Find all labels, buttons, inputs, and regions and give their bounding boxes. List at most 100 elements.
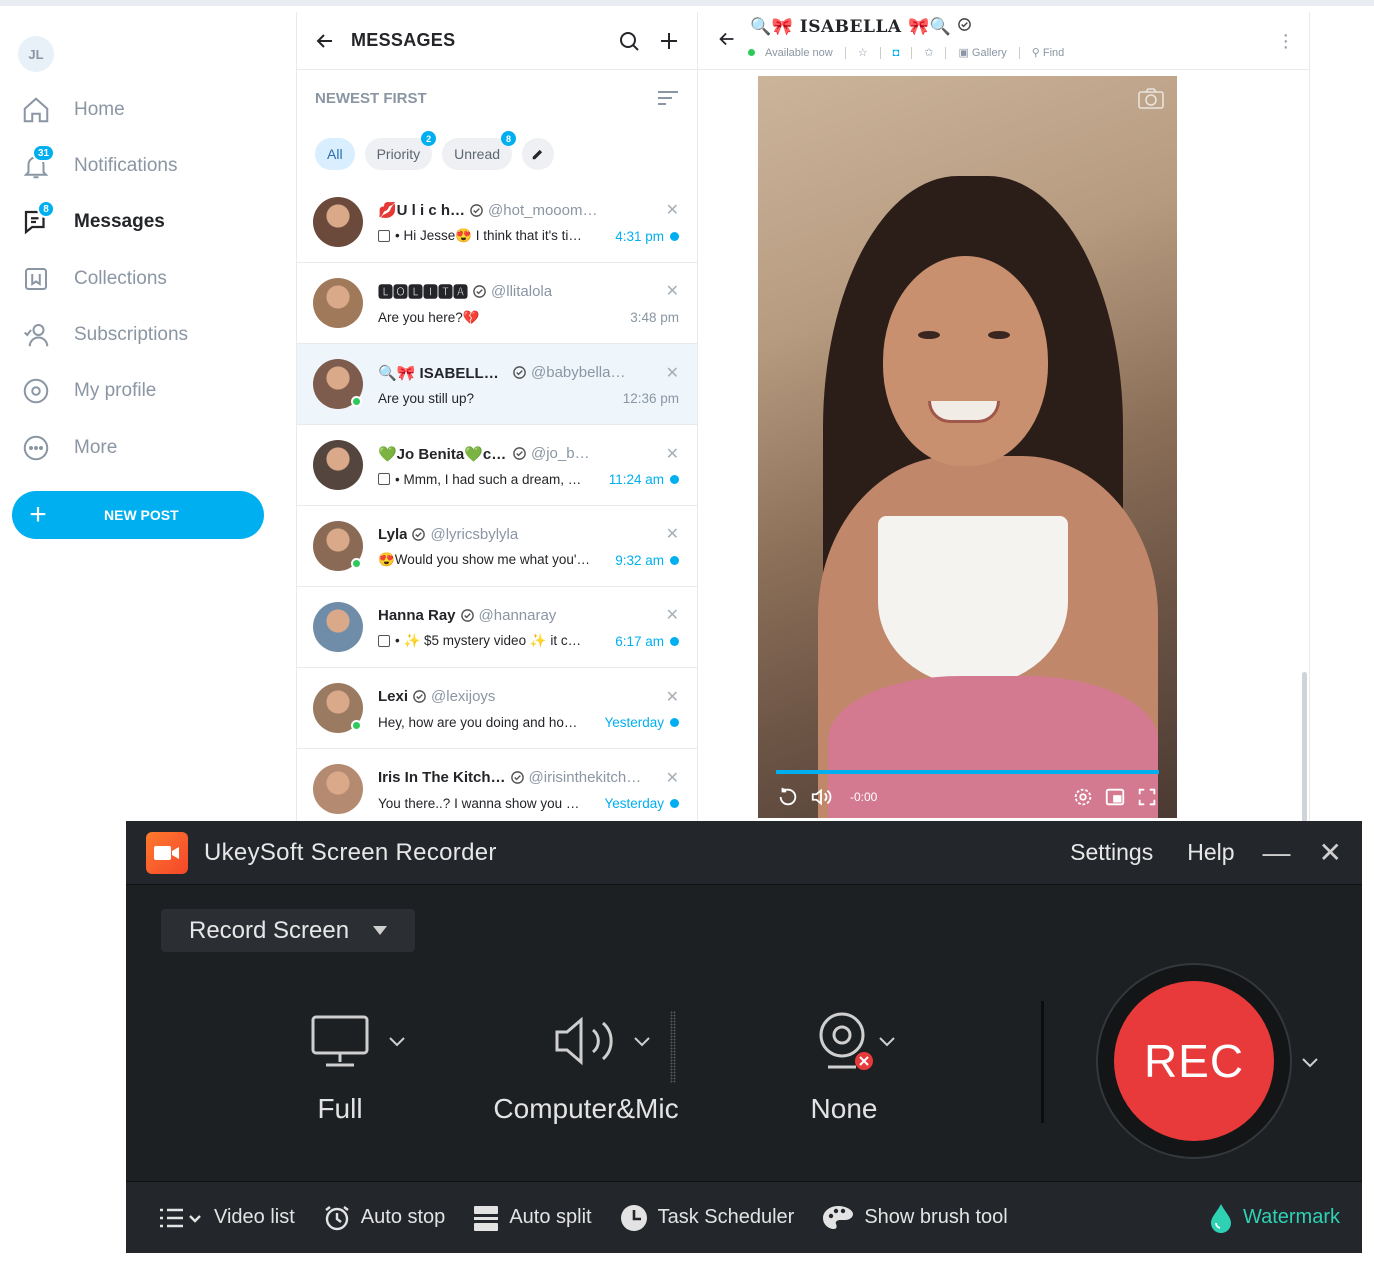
filter-all[interactable]: All xyxy=(315,138,355,170)
close-icon[interactable]: ✕ xyxy=(666,281,679,301)
message-time: 11:24 am xyxy=(608,471,664,487)
camera-icon[interactable] xyxy=(1137,86,1165,110)
chevron-down-icon[interactable] xyxy=(634,1037,650,1047)
new-post-button[interactable]: + NEW POST xyxy=(12,491,264,539)
filter-unread[interactable]: Unread 8 xyxy=(442,131,517,170)
close-icon[interactable]: ✕ xyxy=(666,768,679,788)
sidebar-item-home[interactable]: Home xyxy=(18,90,125,130)
chat-status-bar: Available now ☆ ◘ ✩ ▣ Gallery ⚲ Find xyxy=(748,46,1064,59)
user-avatar[interactable]: JL xyxy=(18,36,54,72)
conversation-item[interactable]: Lexi @lexijoys ✕ Hey, how are you doing … xyxy=(297,668,697,749)
contact-handle: @jo_b… xyxy=(531,445,590,462)
search-icon[interactable] xyxy=(617,29,641,53)
sidebar-item-more[interactable]: More xyxy=(18,428,117,468)
message-time: Yesterday xyxy=(604,795,664,811)
chevron-down-icon[interactable] xyxy=(389,1037,405,1047)
list-icon xyxy=(160,1208,201,1227)
audio-source-selector[interactable]: Computer&Mic xyxy=(486,1011,686,1125)
divider-dots xyxy=(670,1011,676,1083)
settings-gear-icon[interactable] xyxy=(1072,786,1094,808)
close-icon[interactable]: ✕ xyxy=(666,605,679,625)
message-preview: You there..? I wanna show you … xyxy=(378,795,580,811)
contact-avatar[interactable] xyxy=(313,602,363,652)
screen-recorder-window: UkeySoft Screen Recorder Settings Help —… xyxy=(126,821,1362,1253)
bell-icon: 31 xyxy=(18,144,56,184)
close-icon[interactable]: ✕ xyxy=(666,363,679,383)
find-link[interactable]: ⚲ Find xyxy=(1032,46,1065,59)
record-mode-dropdown[interactable]: Record Screen xyxy=(161,909,415,952)
conversation-item[interactable]: Lyla @lyricsbylyla ✕ 😍Would you show me … xyxy=(297,506,697,587)
help-menu[interactable]: Help xyxy=(1187,839,1234,866)
sidebar-item-label: Messages xyxy=(74,211,165,232)
chevron-down-icon[interactable] xyxy=(879,1037,895,1047)
contact-avatar[interactable] xyxy=(313,764,363,814)
close-icon[interactable]: ✕ xyxy=(666,687,679,707)
chat-scrollbar[interactable] xyxy=(1302,672,1307,822)
filter-priority[interactable]: Priority 2 xyxy=(364,131,437,170)
sidebar-item-messages[interactable]: 8 Messages xyxy=(18,200,165,242)
sort-icon[interactable] xyxy=(657,89,679,107)
pin-icon[interactable]: ✩ xyxy=(924,46,933,59)
messages-panel: MESSAGES NEWEST FIRST All Priority 2 Unre… xyxy=(296,12,698,822)
close-icon[interactable]: ✕ xyxy=(666,524,679,544)
conversation-item[interactable]: Iris In The Kitch… @irisinthekitch… ✕ Yo… xyxy=(297,749,697,822)
settings-menu[interactable]: Settings xyxy=(1070,839,1153,866)
sidebar-item-label: Home xyxy=(74,99,125,120)
sidebar-item-notifications[interactable]: 31 Notifications xyxy=(18,144,178,186)
verified-icon xyxy=(473,284,486,298)
show-brush-tool-button[interactable]: Show brush tool xyxy=(822,1204,1008,1232)
picture-in-picture-icon[interactable] xyxy=(1104,786,1126,808)
video-message[interactable]: -0:00 xyxy=(758,76,1177,818)
sidebar: JL Home 31 Notifications 8 Messages Coll… xyxy=(0,6,296,826)
contact-name: Iris In The Kitch… xyxy=(378,769,506,786)
message-preview: • Hi Jesse😍 I think that it's ti… xyxy=(395,228,582,243)
video-list-button[interactable]: Video list xyxy=(158,1206,295,1230)
edit-filters-button[interactable] xyxy=(522,138,555,170)
conversation-item[interactable]: 💚Jo Benita💚check … @jo_b… ✕ • Mmm, I had… xyxy=(297,425,697,506)
sidebar-item-collections[interactable]: Collections xyxy=(18,259,167,299)
conversation-item[interactable]: 💋U l i c h… @hot_mooom… ✕ • Hi Jesse😍 I … xyxy=(297,182,697,263)
auto-split-button[interactable]: Auto split xyxy=(473,1204,592,1232)
close-icon[interactable]: ✕ xyxy=(666,444,679,464)
rec-button[interactable]: REC xyxy=(1114,981,1274,1141)
conversation-item[interactable]: 🔍🎀 ISABELLA … @babybella… ✕ Are you stil… xyxy=(297,344,697,425)
bookmark-icon xyxy=(18,261,54,297)
contact-avatar[interactable] xyxy=(313,521,363,571)
contact-avatar[interactable] xyxy=(313,197,363,247)
chevron-down-icon[interactable] xyxy=(1302,1058,1318,1068)
close-icon[interactable]: ✕ xyxy=(1319,838,1342,867)
back-arrow-icon[interactable] xyxy=(716,28,738,50)
replay-icon[interactable] xyxy=(777,786,799,808)
alarm-icon xyxy=(325,1205,349,1230)
conversation-body: Lyla @lyricsbylyla ✕ 😍Would you show me … xyxy=(378,524,679,568)
profile-icon xyxy=(18,373,54,409)
watermark-button[interactable]: Watermark xyxy=(1209,1203,1340,1233)
contact-avatar[interactable] xyxy=(313,278,363,328)
task-scheduler-button[interactable]: Task Scheduler xyxy=(620,1204,794,1232)
more-options-icon[interactable]: · · · xyxy=(1282,25,1289,57)
sidebar-item-subscriptions[interactable]: Subscriptions xyxy=(18,315,188,355)
star-icon[interactable]: ☆ xyxy=(858,46,868,59)
sidebar-item-my-profile[interactable]: My profile xyxy=(18,371,156,411)
contact-avatar[interactable] xyxy=(313,359,363,409)
back-arrow-icon[interactable] xyxy=(313,29,337,53)
contact-avatar[interactable] xyxy=(313,683,363,733)
screen-source-selector[interactable]: Full xyxy=(308,1011,372,1125)
video-progress-bar[interactable] xyxy=(776,770,1159,774)
chat-contact-name[interactable]: 🔍🎀 ISABELLA 🎀🔍 xyxy=(750,17,972,37)
webcam-source-selector[interactable]: None xyxy=(802,1011,886,1125)
fullscreen-icon[interactable] xyxy=(1136,786,1158,808)
new-message-plus-icon[interactable] xyxy=(657,29,681,53)
message-preview: Are you here?💔 xyxy=(378,309,480,325)
conversation-item[interactable]: 🅻🅾🅻🅸🆃🅰 @llitalola ✕ Are you here?💔 3:48 … xyxy=(297,263,697,344)
bell-icon[interactable]: ◘ xyxy=(893,47,900,59)
message-preview: 😍Would you show me what you'… xyxy=(378,552,590,567)
volume-icon[interactable] xyxy=(809,786,833,808)
gallery-link[interactable]: ▣ Gallery xyxy=(958,46,1006,59)
close-icon[interactable]: ✕ xyxy=(666,200,679,220)
conversation-body: 🔍🎀 ISABELLA … @babybella… ✕ Are you stil… xyxy=(378,363,679,406)
minimize-icon[interactable]: — xyxy=(1263,838,1291,867)
auto-stop-button[interactable]: Auto stop xyxy=(323,1204,445,1232)
conversation-item[interactable]: Hanna Ray @hannaray ✕ • ✨ $5 mystery vid… xyxy=(297,587,697,668)
contact-avatar[interactable] xyxy=(313,440,363,490)
